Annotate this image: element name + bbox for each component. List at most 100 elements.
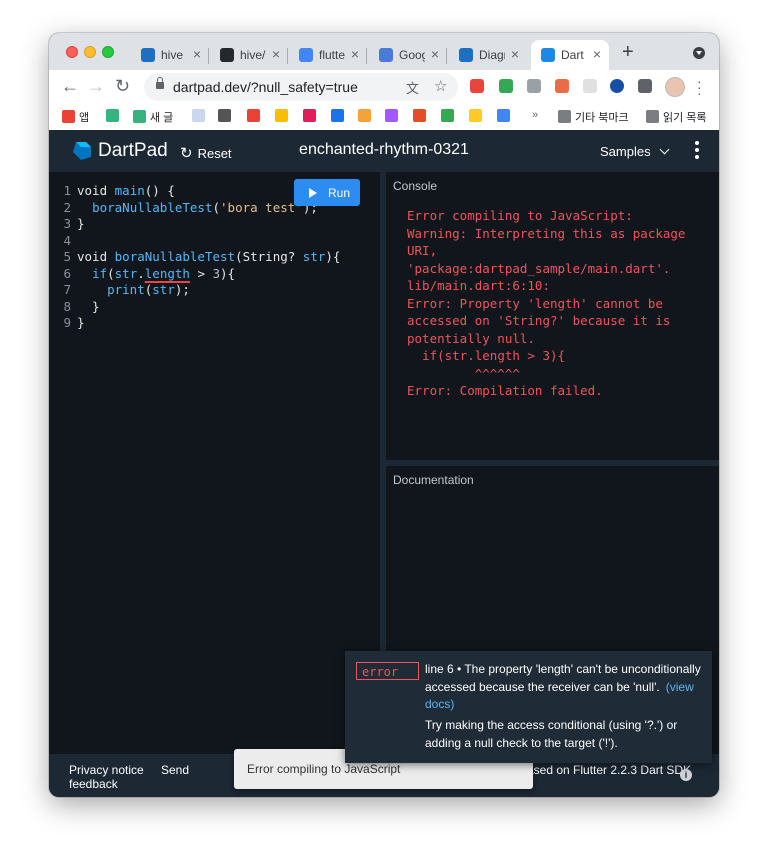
browser-tab[interactable]: Goog × bbox=[369, 40, 447, 70]
bookmark-item[interactable] bbox=[358, 109, 375, 123]
bookmark-item[interactable] bbox=[303, 109, 320, 123]
reading-list[interactable]: 읽기 목록 bbox=[646, 109, 707, 125]
code-token: ); bbox=[174, 282, 190, 297]
info-icon[interactable]: i bbox=[680, 769, 692, 781]
tab-close-icon[interactable]: × bbox=[193, 46, 201, 62]
code-line[interactable]: 5 void boraNullableTest(String? str){ bbox=[49, 249, 340, 266]
bookmark-item[interactable]: 앱 bbox=[62, 109, 89, 125]
line-number: 5 bbox=[63, 249, 71, 264]
bookmark-item[interactable] bbox=[385, 109, 402, 123]
samples-dropdown[interactable]: Samples bbox=[600, 144, 670, 159]
chrome-menu-icon[interactable]: · · · bbox=[697, 74, 702, 100]
browser-tab[interactable]: flutte × bbox=[289, 40, 367, 70]
bookmark-item[interactable] bbox=[413, 109, 430, 123]
bookmark-star-icon[interactable]: ☆ bbox=[434, 77, 447, 95]
other-bookmarks-folder[interactable]: 기타 북마크 bbox=[558, 109, 629, 125]
code-token: } bbox=[77, 315, 85, 330]
more-options-icon[interactable] bbox=[695, 141, 699, 162]
new-tab-icon[interactable]: + bbox=[622, 41, 634, 64]
bookmark-item[interactable]: 새 글 bbox=[133, 109, 173, 125]
browser-tab[interactable]: hive × bbox=[131, 40, 209, 70]
code-token: if bbox=[92, 265, 108, 281]
bookmark-favicon-icon bbox=[218, 109, 231, 122]
puzzle-icon[interactable] bbox=[638, 79, 652, 93]
tab-close-icon[interactable]: × bbox=[272, 46, 280, 62]
bookmark-item[interactable] bbox=[469, 109, 486, 123]
reading-list-icon bbox=[646, 110, 659, 123]
code-line[interactable]: 7 print(str); bbox=[49, 282, 190, 299]
bookmark-favicon-icon bbox=[385, 109, 398, 122]
error-token: length bbox=[144, 265, 190, 281]
bookmarks-overflow-icon[interactable]: » bbox=[532, 109, 538, 121]
back-icon[interactable]: ← bbox=[61, 76, 79, 97]
tab-close-icon[interactable]: × bbox=[351, 46, 359, 62]
forward-icon[interactable]: → bbox=[87, 76, 105, 97]
send-feedback-link[interactable]: Send bbox=[161, 763, 189, 777]
code-line[interactable]: 2 boraNullableTest('bora test'); bbox=[49, 199, 317, 217]
code-line[interactable]: 6 if(str.length > 3){ bbox=[49, 266, 235, 283]
code-line[interactable]: 9} bbox=[49, 315, 85, 332]
run-button[interactable]: Run bbox=[294, 179, 360, 206]
code-token: ( bbox=[107, 265, 115, 281]
code-token: str bbox=[152, 282, 175, 297]
bookmark-item[interactable] bbox=[331, 109, 348, 123]
bookmark-label: 새 글 bbox=[150, 112, 174, 124]
code-line[interactable]: 3} bbox=[49, 216, 84, 233]
bookmark-item[interactable] bbox=[247, 109, 264, 123]
code-token: } bbox=[77, 298, 100, 314]
bookmark-item[interactable] bbox=[106, 109, 123, 123]
url-text[interactable]: dartpad.dev/?null_safety=true bbox=[173, 79, 358, 95]
minimize-window-button[interactable] bbox=[84, 46, 96, 58]
reload-icon[interactable]: ↻ bbox=[115, 76, 130, 97]
address-bar[interactable]: dartpad.dev/?null_safety=true 文 ☆ bbox=[144, 73, 458, 101]
extension-icon[interactable] bbox=[555, 79, 569, 93]
extension-icon[interactable] bbox=[470, 79, 484, 93]
browser-tab[interactable]: Diagr × bbox=[449, 40, 527, 70]
code-line[interactable]: 1 void main() { bbox=[49, 183, 174, 200]
lock-icon[interactable] bbox=[156, 77, 164, 89]
bookmark-item[interactable] bbox=[192, 109, 209, 123]
extension-icon[interactable] bbox=[583, 79, 597, 93]
tab-close-icon[interactable]: × bbox=[511, 46, 519, 62]
tab-strip: hive × hive/ × flutte × Goog × Diagr × Dart × + bbox=[49, 33, 719, 70]
bookmark-favicon-icon bbox=[331, 109, 344, 122]
browser-tab[interactable]: Dart × bbox=[531, 40, 609, 70]
translate-icon[interactable]: 文 bbox=[406, 78, 419, 97]
run-label: Run bbox=[328, 186, 351, 200]
code-line[interactable]: 4 bbox=[49, 233, 77, 250]
browser-tab[interactable]: hive/ × bbox=[210, 40, 288, 70]
other-bookmarks-label: 기타 북마크 bbox=[575, 112, 629, 124]
line-number: 7 bbox=[63, 282, 71, 297]
code-token: 'bora test' bbox=[220, 199, 303, 215]
code-line[interactable]: 8 } bbox=[49, 298, 100, 316]
bookmark-item[interactable] bbox=[441, 109, 458, 123]
privacy-notice-link[interactable]: Privacy notice bbox=[69, 763, 144, 777]
tab-title: flutte bbox=[319, 48, 345, 62]
avatar[interactable] bbox=[665, 77, 685, 97]
code-editor[interactable]: 1 void main() {2 boraNullableTest('bora t… bbox=[49, 172, 380, 754]
issue-message: line 6 • The property 'length' can't be … bbox=[425, 661, 705, 714]
tab-close-icon[interactable]: × bbox=[593, 46, 601, 62]
close-window-button[interactable] bbox=[66, 46, 78, 58]
code-token: void bbox=[77, 183, 115, 198]
code-token: boraNullableTest bbox=[114, 249, 236, 264]
tab-close-icon[interactable]: × bbox=[431, 46, 439, 62]
play-icon bbox=[309, 188, 317, 198]
send-feedback-link-2[interactable]: feedback bbox=[69, 777, 118, 791]
bookmark-favicon-icon bbox=[247, 109, 260, 122]
zoom-window-button[interactable] bbox=[102, 46, 114, 58]
extension-icon[interactable] bbox=[499, 79, 513, 93]
camera-icon[interactable] bbox=[527, 79, 541, 93]
code-token: ){ bbox=[220, 265, 236, 281]
bookmark-item[interactable] bbox=[497, 109, 514, 123]
console-panel: Console Error compiling to JavaScript: W… bbox=[386, 172, 719, 460]
console-header: Console bbox=[393, 179, 438, 193]
bookmark-item[interactable] bbox=[275, 109, 292, 123]
bookmark-item[interactable] bbox=[218, 109, 235, 123]
check-icon[interactable] bbox=[610, 79, 624, 93]
tab-search-icon[interactable] bbox=[693, 47, 705, 59]
code-token: (String? bbox=[235, 249, 303, 264]
code-token: void bbox=[77, 249, 115, 264]
